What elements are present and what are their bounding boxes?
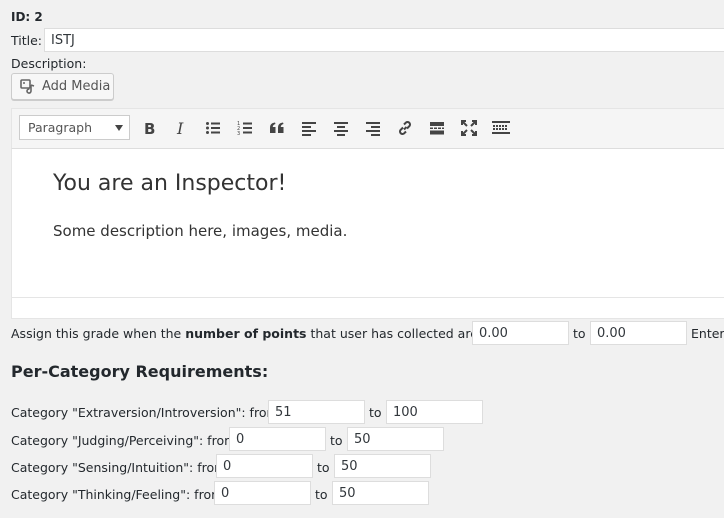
points-rule-label: Assign this grade when the number of poi… <box>11 326 511 341</box>
editor-statusbar <box>11 298 724 319</box>
link-icon <box>399 121 411 135</box>
align-right-button[interactable] <box>360 115 386 141</box>
title-input[interactable] <box>44 28 724 52</box>
category-to-input[interactable] <box>332 481 429 505</box>
blockquote-icon <box>270 122 284 133</box>
fullscreen-button[interactable] <box>456 115 482 141</box>
category-label: Category "Extraversion/Introversion": fr… <box>11 405 279 420</box>
category-label: Category "Judging/Perceiving": from <box>11 433 237 448</box>
bold-button[interactable]: B <box>136 115 162 141</box>
category-to-input[interactable] <box>334 454 431 478</box>
bold-icon: B <box>144 120 155 136</box>
category-to-label: to <box>315 487 328 502</box>
numbered-list-button[interactable]: 1 2 3 <box>232 115 258 141</box>
numbered-list-icon: 1 2 3 <box>237 121 252 136</box>
points-trailing-label: Enter <box>691 326 724 341</box>
format-select-value: Paragraph <box>28 120 93 135</box>
editor-paragraph: Some description here, images, media. <box>53 222 348 240</box>
add-media-button[interactable]: Add Media <box>11 73 114 100</box>
fullscreen-icon <box>461 120 477 136</box>
points-to-input[interactable] <box>590 321 687 345</box>
align-left-button[interactable] <box>296 115 322 141</box>
svg-text:B: B <box>144 120 155 136</box>
toolbar-toggle-button[interactable] <box>488 115 514 141</box>
format-select[interactable]: Paragraph <box>19 115 130 140</box>
category-from-input[interactable] <box>268 400 365 424</box>
media-icon <box>20 78 36 95</box>
link-button[interactable] <box>392 115 418 141</box>
svg-text:3: 3 <box>237 131 240 136</box>
category-from-input[interactable] <box>214 481 311 505</box>
read-more-icon <box>430 122 444 135</box>
record-id: ID: 2 <box>11 10 43 24</box>
points-rule-bold: number of points <box>185 326 307 341</box>
svg-text:I: I <box>176 120 184 136</box>
category-to-label: to <box>369 405 382 420</box>
bullet-list-button[interactable] <box>200 115 226 141</box>
bullet-list-icon <box>206 122 220 134</box>
editor-toolbar: Paragraph B I 1 2 3 <box>11 108 724 149</box>
points-to-label: to <box>573 326 586 341</box>
description-label: Description: <box>11 56 87 71</box>
align-center-icon <box>334 122 348 136</box>
category-to-label: to <box>330 433 343 448</box>
category-label: Category "Sensing/Intuition": from <box>11 460 227 475</box>
italic-icon: I <box>176 120 184 136</box>
chevron-down-icon <box>115 125 123 131</box>
editor-heading: You are an Inspector! <box>53 171 287 196</box>
italic-button[interactable]: I <box>168 115 194 141</box>
category-label: Category "Thinking/Feeling": from <box>11 487 224 502</box>
add-media-label: Add Media <box>42 79 111 94</box>
read-more-button[interactable] <box>424 115 450 141</box>
category-to-label: to <box>317 460 330 475</box>
title-label: Title: <box>11 33 42 48</box>
blockquote-button[interactable] <box>264 115 290 141</box>
align-left-icon <box>302 122 316 136</box>
points-from-input[interactable] <box>472 321 569 345</box>
editor-content-area[interactable]: You are an Inspector! Some description h… <box>11 149 724 298</box>
align-right-icon <box>366 122 380 136</box>
toolbar-toggle-icon <box>492 121 510 134</box>
align-center-button[interactable] <box>328 115 354 141</box>
category-from-input[interactable] <box>229 427 326 451</box>
points-rule-prefix: Assign this grade when the <box>11 326 186 341</box>
per-category-heading: Per-Category Requirements: <box>11 362 269 381</box>
category-from-input[interactable] <box>216 454 313 478</box>
category-to-input[interactable] <box>347 427 444 451</box>
category-to-input[interactable] <box>386 400 483 424</box>
